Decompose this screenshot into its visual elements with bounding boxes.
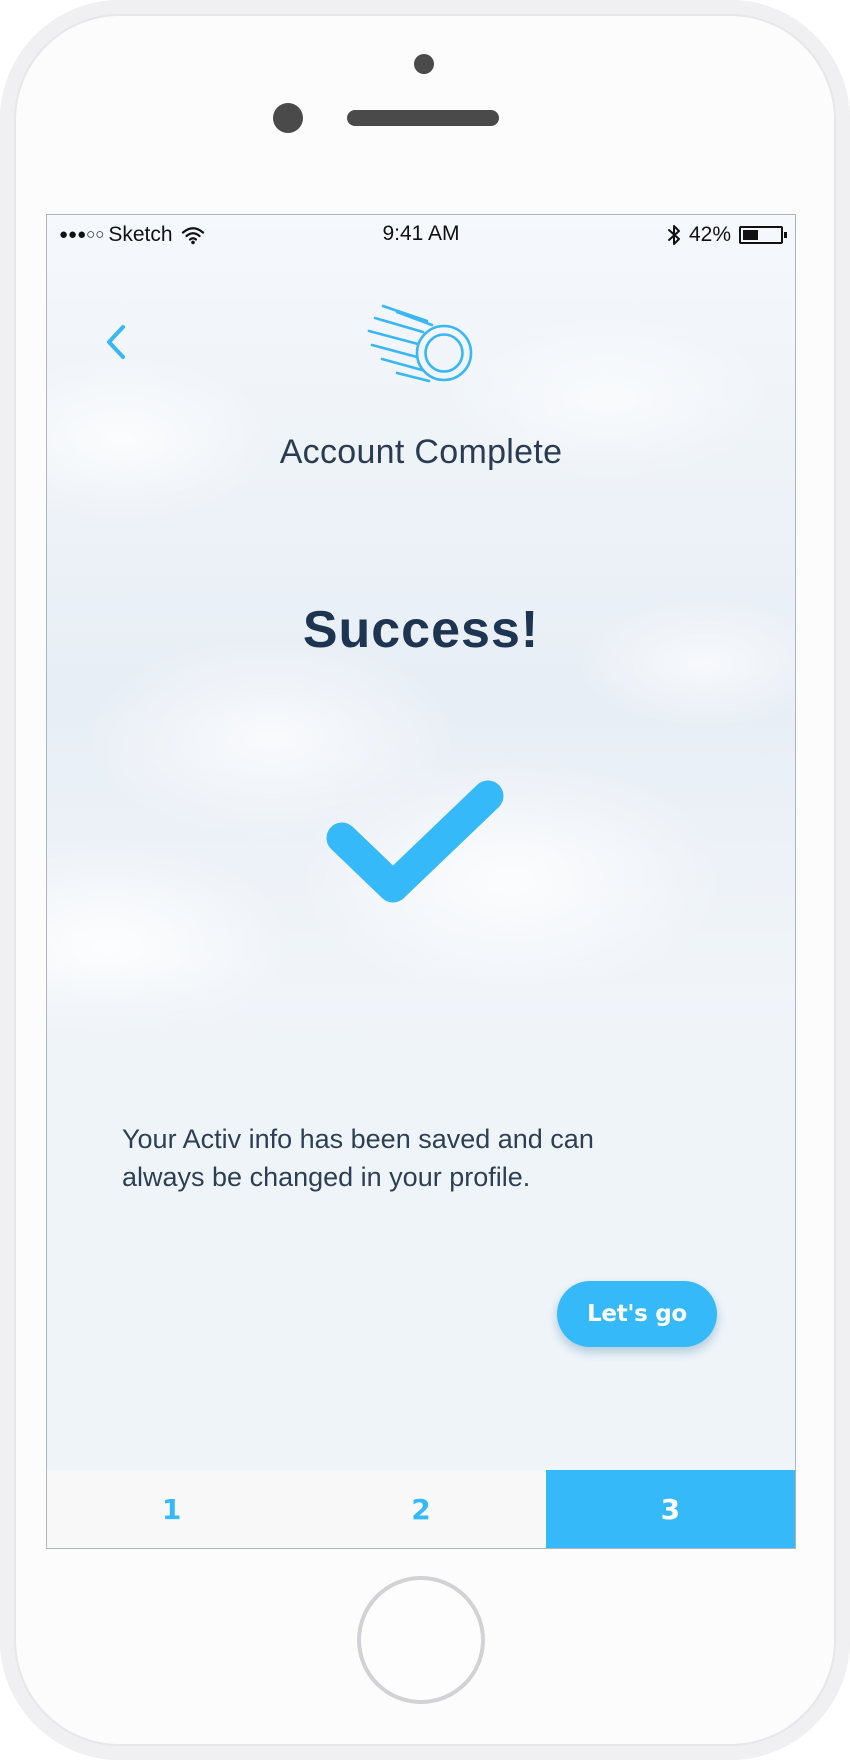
chevron-left-icon bbox=[107, 325, 125, 359]
battery-cap bbox=[784, 232, 787, 238]
phone-frame: ●●●○○ Sketch 9:41 AM 42% Account Complet… bbox=[0, 0, 850, 1760]
battery-level-fill bbox=[743, 230, 758, 240]
page-title: Account Complete bbox=[279, 433, 563, 471]
status-bar: ●●●○○ Sketch 9:41 AM 42% bbox=[47, 215, 795, 255]
speed-ball-icon bbox=[367, 304, 473, 383]
battery-icon bbox=[739, 226, 787, 244]
front-camera bbox=[414, 54, 434, 74]
step-3-tab[interactable]: 3 bbox=[545, 1470, 795, 1548]
confirmation-message: Your Activ info has been saved and can a… bbox=[122, 1124, 594, 1192]
status-right: 42% bbox=[667, 223, 787, 247]
step-1-tab[interactable]: 1 bbox=[47, 1470, 296, 1548]
battery-percentage: 42% bbox=[688, 223, 731, 246]
success-heading: Success! bbox=[302, 601, 540, 659]
phone-screen: ●●●○○ Sketch 9:41 AM 42% Account Complet… bbox=[46, 214, 796, 1549]
checkmark-icon bbox=[326, 780, 504, 903]
proximity-sensor bbox=[273, 103, 303, 133]
step-progress-bar: 1 2 3 bbox=[47, 1470, 795, 1548]
back-button[interactable] bbox=[99, 318, 133, 366]
lets-go-button[interactable]: Let's go bbox=[557, 1281, 717, 1347]
bluetooth-icon bbox=[667, 225, 680, 245]
speaker-grille bbox=[347, 110, 499, 126]
home-button[interactable] bbox=[357, 1576, 485, 1704]
step-2-tab[interactable]: 2 bbox=[296, 1470, 545, 1548]
